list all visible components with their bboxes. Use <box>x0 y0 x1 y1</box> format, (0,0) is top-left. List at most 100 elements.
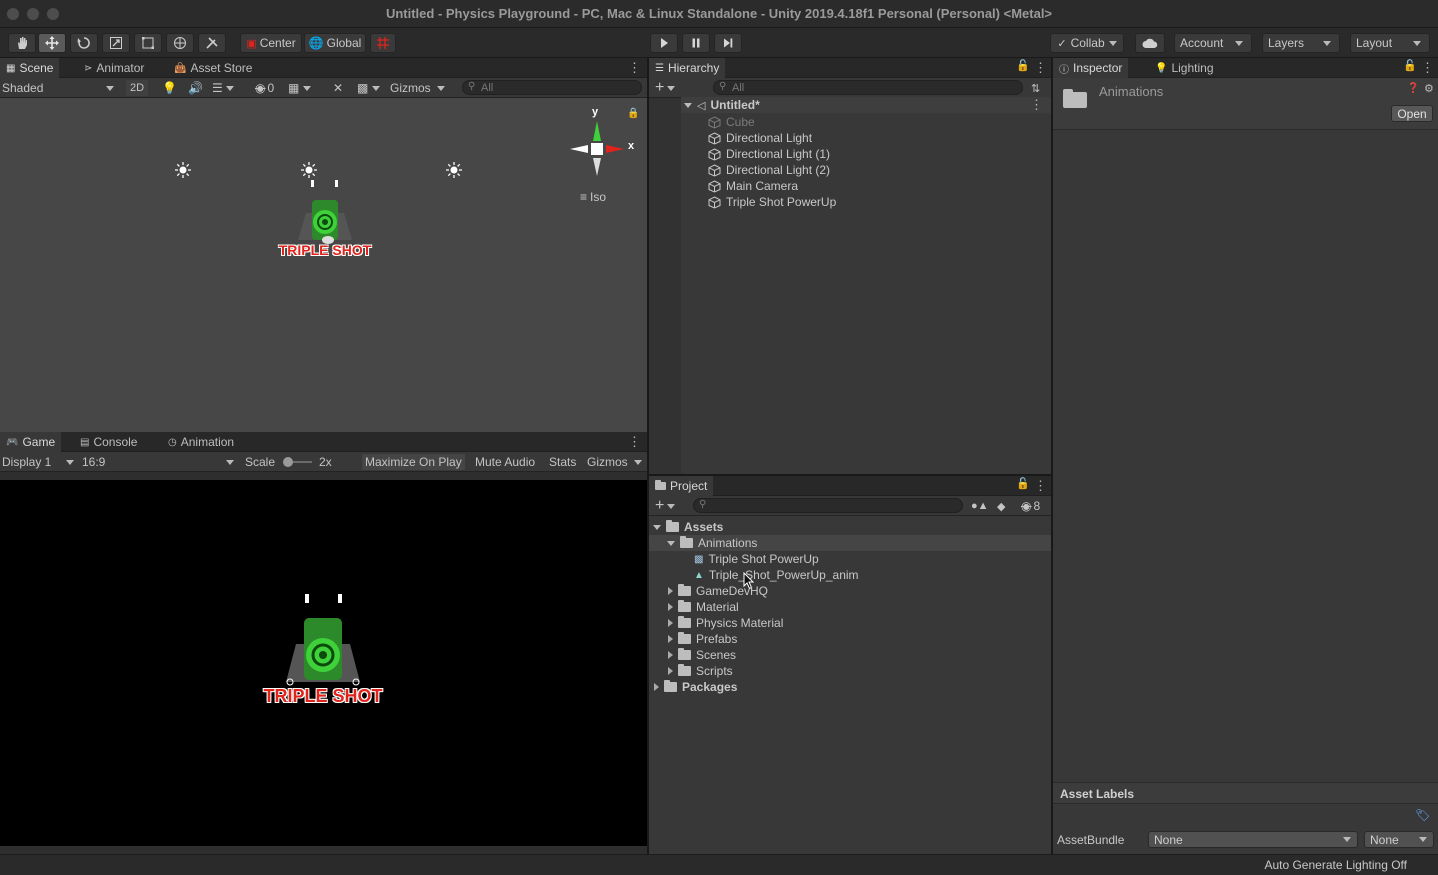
chevron-down-icon[interactable] <box>653 524 661 530</box>
hierarchy-item[interactable]: Directional Light (1) <box>708 146 830 162</box>
create-dropdown[interactable]: + <box>655 497 676 514</box>
pivot-toggle[interactable]: ▣ Center <box>240 33 302 53</box>
asset-labels-header[interactable]: Asset Labels <box>1053 782 1438 804</box>
kebab-menu-icon[interactable]: ⋮ <box>628 60 641 76</box>
scale-tool-button[interactable] <box>102 33 130 53</box>
custom-tool-button[interactable] <box>198 33 226 53</box>
hidden-packages-toggle[interactable]: ◉ 8 <box>1021 498 1040 514</box>
chevron-right-icon[interactable] <box>654 683 659 691</box>
chevron-right-icon[interactable] <box>668 603 673 611</box>
chevron-right-icon[interactable] <box>668 619 673 627</box>
search-by-label-icon[interactable]: ◆ <box>997 498 1005 514</box>
project-folder-row[interactable]: Prefabs <box>668 631 737 647</box>
grid-snap-button[interactable] <box>370 33 396 53</box>
tools-toggle-icon[interactable]: ✕ <box>333 80 343 96</box>
gear-icon[interactable]: ⚙ <box>1424 82 1434 95</box>
display-dropdown[interactable]: Display 1 <box>2 454 76 470</box>
chevron-right-icon[interactable] <box>668 651 673 659</box>
tab-lighting[interactable]: 💡 Lighting <box>1149 58 1220 78</box>
chevron-right-icon[interactable] <box>668 635 673 643</box>
kebab-menu-icon[interactable]: ⋮ <box>1034 478 1047 494</box>
chevron-right-icon[interactable] <box>668 667 673 675</box>
hierarchy-item[interactable]: Directional Light (2) <box>708 162 830 178</box>
projection-toggle[interactable]: ≡ Iso <box>580 190 606 204</box>
chevron-down-icon[interactable] <box>667 540 675 546</box>
project-asset-item[interactable]: ▩ Triple Shot PowerUp <box>694 551 819 567</box>
hidden-objects-toggle[interactable]: ◉ 0 <box>255 80 274 96</box>
triple-shot-sprite[interactable]: TRIPLE SHOT <box>278 178 372 262</box>
maximize-on-play-toggle[interactable]: Maximize On Play <box>362 454 465 470</box>
search-by-type-icon[interactable]: ●▲ <box>971 498 989 514</box>
directional-light-gizmo-icon[interactable] <box>300 161 318 179</box>
kebab-menu-icon[interactable]: ⋮ <box>1030 97 1043 113</box>
pause-button[interactable] <box>682 33 710 53</box>
hierarchy-search-input[interactable]: ⚲ All <box>713 80 1023 95</box>
grid-toggle-dropdown[interactable]: ▦ <box>288 80 311 96</box>
game-gizmos-dropdown[interactable]: Gizmos <box>584 454 645 470</box>
tab-hierarchy[interactable]: ☰ Hierarchy <box>649 58 726 78</box>
hierarchy-item[interactable]: Main Camera <box>708 178 798 194</box>
project-folder-row[interactable]: Material <box>668 599 739 615</box>
kebab-menu-icon[interactable]: ⋮ <box>1034 60 1047 76</box>
tab-animation[interactable]: ◷ Animation <box>162 432 240 452</box>
lock-icon[interactable]: 🔒 <box>627 108 639 119</box>
directional-light-gizmo-icon[interactable] <box>174 161 192 179</box>
directional-light-gizmo-icon[interactable] <box>445 161 463 179</box>
draw-mode-dropdown[interactable]: Shaded <box>2 80 118 96</box>
aspect-dropdown[interactable]: 16:9 <box>82 454 236 470</box>
create-dropdown[interactable]: + <box>655 79 676 96</box>
move-tool-button[interactable] <box>38 33 66 53</box>
project-asset-item[interactable]: ▲ Triple_Shot_PowerUp_anim <box>694 567 859 583</box>
project-folder-row[interactable]: GameDevHQ <box>668 583 768 599</box>
sort-icon[interactable]: ⇅ <box>1031 80 1040 96</box>
tab-animator[interactable]: ⋗ Animator <box>78 58 150 78</box>
rect-tool-button[interactable] <box>134 33 162 53</box>
layers-dropdown[interactable]: Layers <box>1262 33 1340 53</box>
chevron-down-icon[interactable] <box>684 102 692 108</box>
scene-orientation-gizmo[interactable]: y x 🔒 ≡ Iso <box>566 106 639 206</box>
project-folder-row[interactable]: Physics Material <box>668 615 783 631</box>
hierarchy-item[interactable]: Cube <box>708 114 755 130</box>
scene-gizmos-dropdown[interactable]: Gizmos <box>390 80 445 96</box>
scale-slider-thumb[interactable] <box>283 457 293 467</box>
effects-dropdown[interactable]: ☰ <box>212 80 235 96</box>
camera-dropdown[interactable]: ▩ <box>357 80 380 96</box>
kebab-menu-icon[interactable]: ⋮ <box>1421 60 1434 76</box>
tab-asset-store[interactable]: 👜 Asset Store <box>168 58 258 78</box>
stats-toggle[interactable]: Stats <box>546 454 579 470</box>
play-button[interactable] <box>650 33 678 53</box>
space-toggle[interactable]: 🌐 Global <box>304 33 366 53</box>
assetbundle-variant-dropdown[interactable]: None <box>1364 831 1434 848</box>
tab-game[interactable]: 🎮 Game <box>0 432 62 452</box>
account-dropdown[interactable]: Account <box>1174 33 1252 53</box>
lighting-status[interactable]: Auto Generate Lighting Off <box>1264 858 1407 872</box>
tab-project[interactable]: Project <box>649 476 714 496</box>
animations-folder-row[interactable]: Animations <box>649 535 1051 551</box>
lock-icon[interactable]: 🔓 <box>1403 59 1417 72</box>
help-icon[interactable]: ❓ <box>1407 83 1419 94</box>
tab-scene[interactable]: ▦ Scene <box>0 58 60 78</box>
layout-dropdown[interactable]: Layout <box>1350 33 1430 53</box>
project-folder-row[interactable]: Scenes <box>668 647 736 663</box>
rotate-tool-button[interactable] <box>70 33 98 53</box>
kebab-menu-icon[interactable]: ⋮ <box>628 434 641 450</box>
lock-icon[interactable]: 🔓 <box>1016 59 1030 72</box>
cloud-button[interactable] <box>1135 33 1165 53</box>
hierarchy-item[interactable]: Directional Light <box>708 130 812 146</box>
mute-audio-toggle[interactable]: Mute Audio <box>472 454 538 470</box>
collab-dropdown[interactable]: ✓ Collab <box>1050 33 1124 53</box>
label-tag-icon[interactable]: 🏷 <box>1415 808 1431 824</box>
project-search-input[interactable]: ⚲ <box>693 498 963 513</box>
hand-tool-button[interactable] <box>8 33 36 53</box>
assetbundle-dropdown[interactable]: None <box>1148 831 1358 848</box>
transform-tool-button[interactable] <box>166 33 194 53</box>
chevron-right-icon[interactable] <box>668 587 673 595</box>
step-button[interactable] <box>714 33 742 53</box>
tab-inspector[interactable]: ⓘ Inspector <box>1053 58 1129 78</box>
lock-icon[interactable]: 🔓 <box>1016 477 1030 490</box>
tab-console[interactable]: ▤ Console <box>74 432 143 452</box>
lighting-toggle-icon[interactable]: 💡 <box>162 80 177 96</box>
scene-root-row[interactable]: ◁ Untitled* ⋮ <box>681 97 1051 113</box>
hierarchy-item[interactable]: Triple Shot PowerUp <box>708 194 836 210</box>
toggle-2d-button[interactable]: 2D <box>126 80 148 96</box>
